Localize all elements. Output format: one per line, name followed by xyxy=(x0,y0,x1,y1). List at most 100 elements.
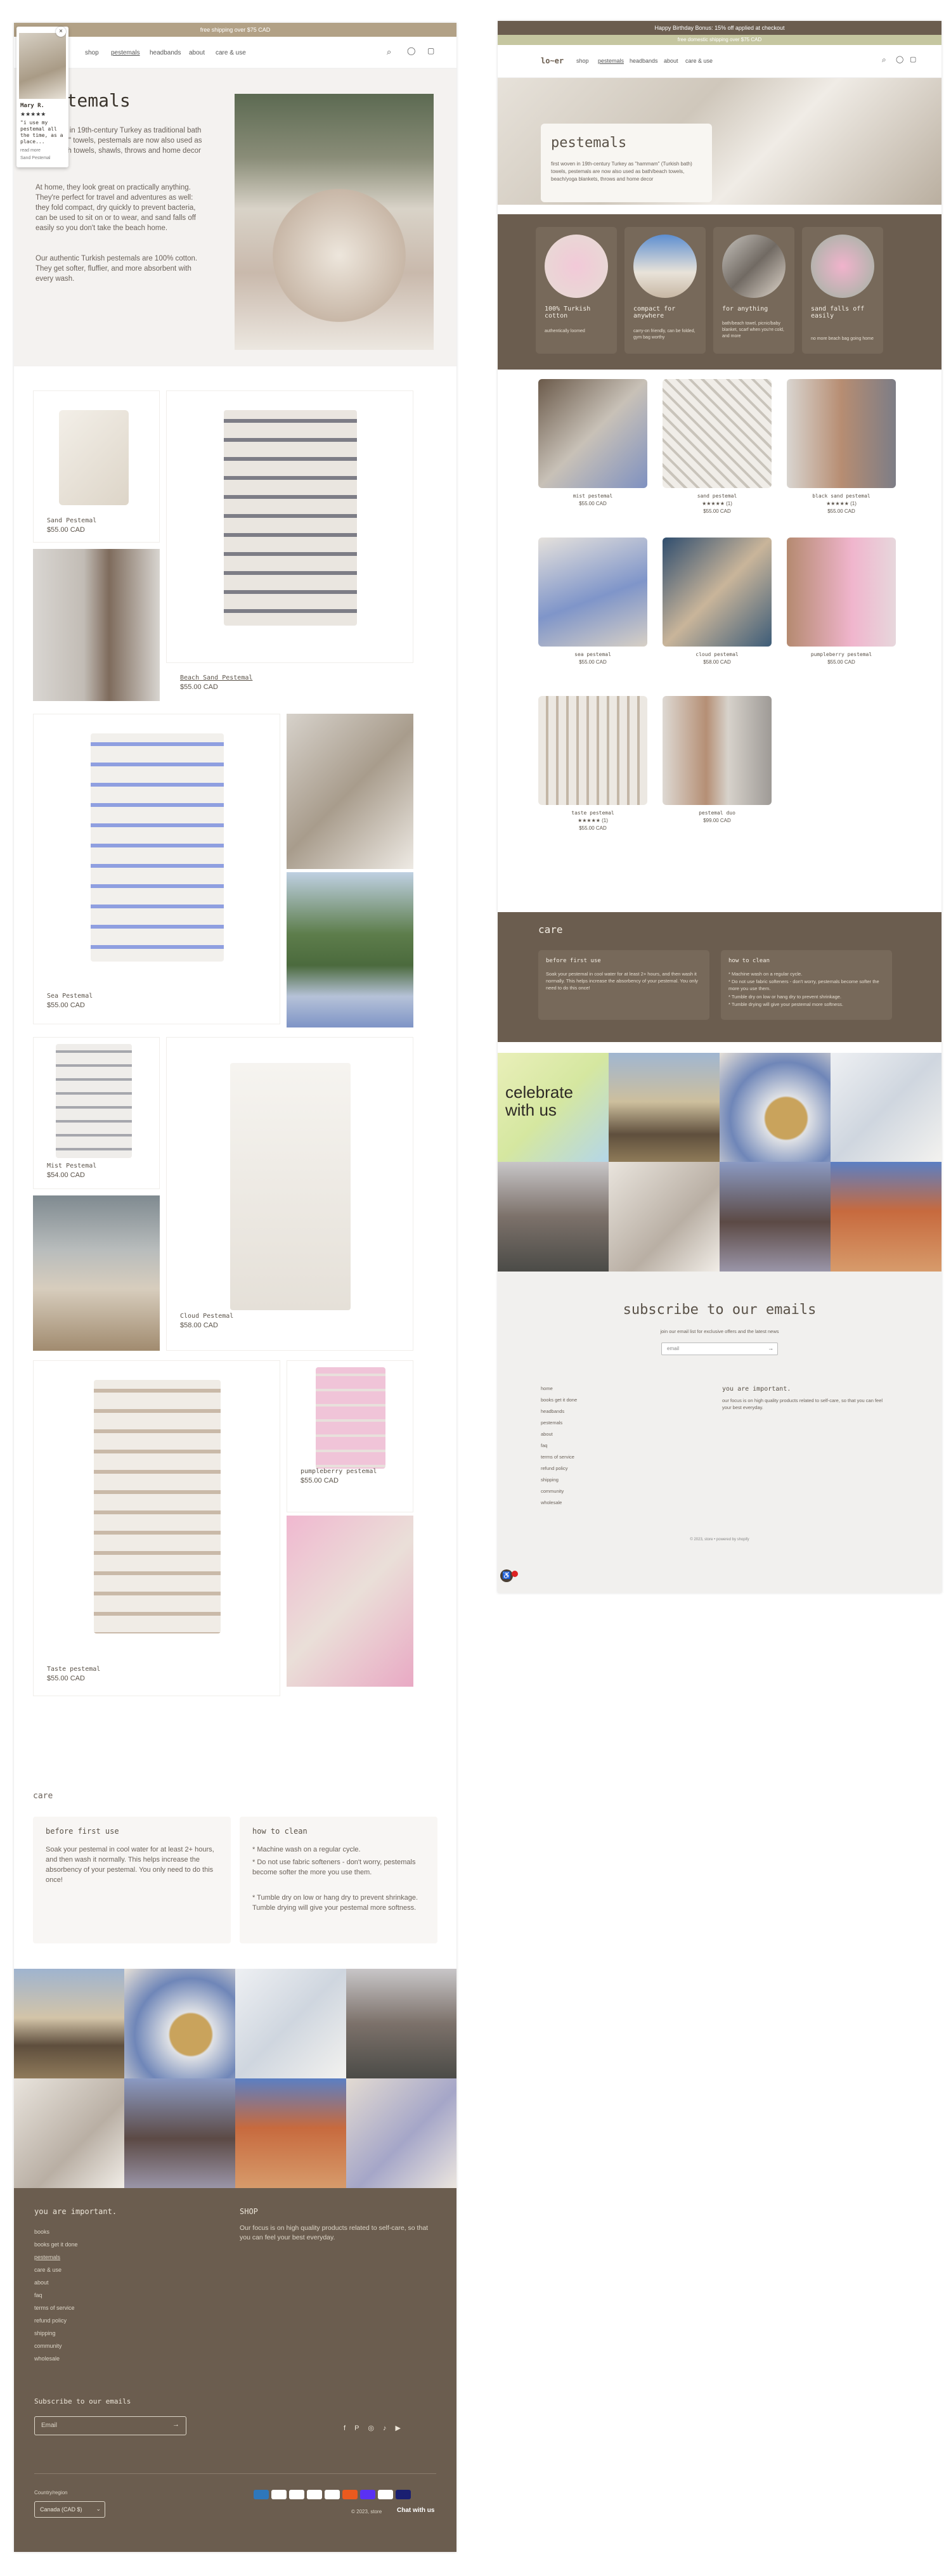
product-name[interactable]: pumpleberry pestemal xyxy=(787,652,896,657)
product-image[interactable] xyxy=(538,696,647,805)
product-image[interactable] xyxy=(663,538,772,647)
email-input[interactable]: email → xyxy=(661,1343,778,1355)
youtube-icon[interactable]: ▶ xyxy=(396,2425,410,2432)
review-photo xyxy=(19,33,66,99)
product-image-cloud[interactable] xyxy=(166,1037,413,1351)
footer-link[interactable]: refund policy xyxy=(34,2317,78,2324)
product-name[interactable]: sand pestemal xyxy=(663,493,772,499)
close-icon[interactable]: × xyxy=(56,27,66,37)
email-input[interactable]: Email → xyxy=(34,2416,186,2435)
footer-link[interactable]: about xyxy=(541,1431,577,1437)
footer-link[interactable]: wholesale xyxy=(541,1500,577,1505)
grid-photo xyxy=(831,1162,941,1272)
arrow-right-icon[interactable]: → xyxy=(172,2421,179,2428)
nav-about[interactable]: about xyxy=(664,58,678,64)
product-image[interactable] xyxy=(538,538,647,647)
footer-link[interactable]: care & use xyxy=(34,2267,78,2273)
product-name[interactable]: Sea Pestemal xyxy=(47,993,93,1000)
footer-link[interactable]: about xyxy=(34,2279,78,2286)
footer-link[interactable]: community xyxy=(34,2343,78,2349)
product-name[interactable]: black sand pestemal xyxy=(787,493,896,499)
footer-link[interactable]: pestemals xyxy=(34,2254,78,2260)
product-image[interactable] xyxy=(663,696,772,805)
product-image-sea[interactable] xyxy=(33,714,280,1024)
product-image[interactable] xyxy=(538,379,647,488)
footer-link[interactable]: terms of service xyxy=(34,2305,78,2311)
footer-heading: you are important. xyxy=(722,1386,791,1393)
nav-pestemals[interactable]: pestemals xyxy=(111,49,140,56)
nav-shop[interactable]: shop xyxy=(85,49,99,56)
footer-link[interactable]: refund policy xyxy=(541,1465,577,1471)
product-name[interactable]: pestemal duo xyxy=(663,810,772,816)
footer-link[interactable]: shipping xyxy=(541,1477,577,1483)
footer-links: books books get it done pestemals care &… xyxy=(34,2229,78,2368)
search-icon[interactable]: ⌕ xyxy=(387,47,391,57)
product-name[interactable]: Cloud Pestemal xyxy=(180,1313,233,1320)
logo[interactable]: lo~er xyxy=(541,56,564,65)
footer-link[interactable]: books get it done xyxy=(541,1397,577,1403)
footer-link[interactable]: headbands xyxy=(541,1408,577,1414)
product-name[interactable]: Taste pestemal xyxy=(47,1666,100,1673)
instagram-icon[interactable]: ◎ xyxy=(368,2425,383,2432)
nav-headbands[interactable]: headbands xyxy=(150,49,181,56)
nav-shop[interactable]: shop xyxy=(576,58,589,64)
arrow-right-icon[interactable]: → xyxy=(768,1345,773,1351)
footer-link[interactable]: community xyxy=(541,1488,577,1494)
product-image[interactable] xyxy=(787,538,896,647)
product-name[interactable]: sea pestemal xyxy=(538,652,647,657)
footer-link[interactable]: home xyxy=(541,1386,577,1391)
nav-pestemals[interactable]: pestemals xyxy=(598,58,624,64)
review-popup[interactable]: × Mary R. ★★★★★ "i use my pestemal all t… xyxy=(16,27,68,167)
search-icon[interactable]: ⌕ xyxy=(882,55,886,65)
pinterest-icon[interactable]: P xyxy=(354,2425,368,2432)
footer-link[interactable]: faq xyxy=(541,1443,577,1448)
product-name[interactable]: pumpleberry pestemal xyxy=(301,1468,377,1475)
product-price: $58.00 CAD xyxy=(703,659,731,665)
google-pay-icon xyxy=(325,2490,340,2499)
feature-card: compact for anywhere carry-on friendly, … xyxy=(624,227,706,354)
nav-care[interactable]: care & use xyxy=(216,49,246,56)
cart-icon[interactable]: ▢ xyxy=(910,55,916,63)
review-read-more[interactable]: read more xyxy=(20,148,41,153)
footer-links: home books get it done headbands pestema… xyxy=(541,1386,577,1511)
feature-image xyxy=(722,235,786,298)
product-image-pumpleberry[interactable] xyxy=(287,1360,413,1512)
product-name[interactable]: taste pestemal xyxy=(538,810,647,816)
product-name[interactable]: Mist Pestemal xyxy=(47,1162,96,1169)
chat-button[interactable]: Chat with us xyxy=(391,2504,439,2518)
tiktok-icon[interactable]: ♪ xyxy=(383,2425,396,2432)
product-name[interactable]: cloud pestemal xyxy=(663,652,772,657)
footer-link[interactable]: books get it done xyxy=(34,2241,78,2248)
facebook-icon[interactable]: f xyxy=(344,2425,354,2432)
email-placeholder: email xyxy=(667,1346,680,1351)
grid-photo xyxy=(235,2078,346,2188)
footer-link[interactable]: shipping xyxy=(34,2330,78,2336)
product-image[interactable] xyxy=(663,379,772,488)
country-select[interactable]: Canada (CAD $) ⌄ xyxy=(34,2501,105,2518)
footer-link[interactable]: wholesale xyxy=(34,2355,78,2362)
grid-photo xyxy=(720,1162,831,1272)
nav-about[interactable]: about xyxy=(189,49,205,56)
product-name[interactable]: Beach Sand Pestemal xyxy=(180,674,252,681)
account-icon[interactable]: ◯ xyxy=(407,46,415,55)
footer-link[interactable]: pestemals xyxy=(541,1420,577,1426)
product-name[interactable]: Sand Pestemal xyxy=(47,517,96,524)
footer-link[interactable]: faq xyxy=(34,2292,78,2298)
footer-text: Our focus is on high quality products re… xyxy=(240,2224,429,2241)
site-header: shop pestemals headbands about care & us… xyxy=(14,37,456,68)
footer-link[interactable]: terms of service xyxy=(541,1454,577,1460)
product-image-beach-sand[interactable] xyxy=(166,390,413,663)
nav-headbands[interactable]: headbands xyxy=(630,58,658,64)
product-rating: ★★★★★ (1) xyxy=(702,501,732,506)
product-image[interactable] xyxy=(787,379,896,488)
product-name[interactable]: mist pestemal xyxy=(538,493,647,499)
review-name: Mary R. xyxy=(20,103,44,109)
nav-care[interactable]: care & use xyxy=(685,58,713,64)
lifestyle-image xyxy=(287,1516,413,1687)
footer-link[interactable]: books xyxy=(34,2229,78,2235)
accessibility-icon[interactable]: ♿ xyxy=(500,1569,513,1582)
account-icon[interactable]: ◯ xyxy=(896,55,903,63)
product-image-taste[interactable] xyxy=(33,1360,280,1696)
cart-icon[interactable]: ▢ xyxy=(427,46,434,55)
country-label: Country/region xyxy=(34,2490,68,2496)
